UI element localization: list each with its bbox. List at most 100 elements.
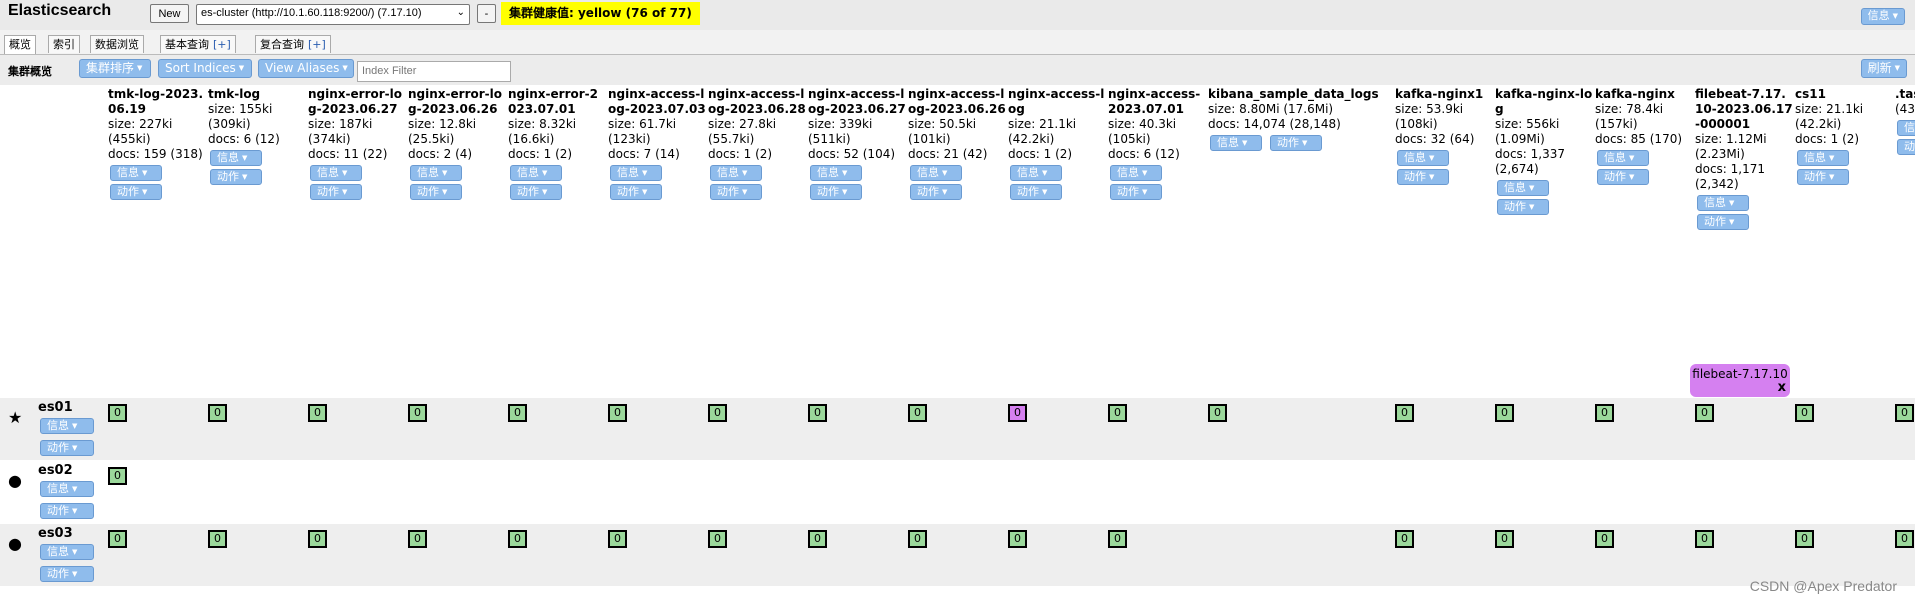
close-icon[interactable]: x <box>1778 381 1786 395</box>
shard-box[interactable]: 0 <box>108 530 127 548</box>
shard-box[interactable]: 0 <box>308 404 327 422</box>
shard-box[interactable]: 0 <box>908 530 927 548</box>
index-action-button[interactable]: 动作▼ <box>810 184 862 200</box>
refresh-button[interactable]: 刷新 ▼ <box>1860 59 1907 78</box>
index-action-button[interactable]: 动作▼ <box>1897 139 1915 155</box>
index-info-button[interactable]: 信息▼ <box>1797 150 1849 166</box>
sort-indices-button[interactable]: Sort Indices ▼ <box>158 59 252 78</box>
node-action-button[interactable]: 动作 ▼ <box>40 503 94 519</box>
caret-down-icon: ▼ <box>142 187 148 196</box>
index-info-button[interactable]: 信息▼ <box>1897 120 1915 136</box>
index-docs: docs: 14,074 (28,148) <box>1208 117 1341 131</box>
tab-complex-query[interactable]: 复合查询 [+] <box>255 35 331 53</box>
shard-box[interactable]: 0 <box>508 404 527 422</box>
index-action-button[interactable]: 动作▼ <box>910 184 962 200</box>
shard-box[interactable]: 0 <box>1495 404 1514 422</box>
index-action-button[interactable]: 动作▼ <box>1270 135 1322 151</box>
shard-box[interactable]: 0 <box>208 404 227 422</box>
index-action-button[interactable]: 动作▼ <box>710 184 762 200</box>
shard-box[interactable]: 0 <box>508 530 527 548</box>
node-info-button[interactable]: 信息 ▼ <box>40 544 94 560</box>
index-filter-input[interactable]: Index Filter <box>357 61 511 82</box>
shard-box[interactable]: 0 <box>808 530 827 548</box>
shard-box[interactable]: 0 <box>708 404 727 422</box>
sort-cluster-button[interactable]: 集群排序 ▼ <box>79 59 151 78</box>
shard-box[interactable]: 0 <box>1695 530 1714 548</box>
view-aliases-button[interactable]: View Aliases ▼ <box>258 59 354 78</box>
index-action-button[interactable]: 动作▼ <box>1010 184 1062 200</box>
index-info-button[interactable]: 信息▼ <box>1497 180 1549 196</box>
tab-indices[interactable]: 索引 <box>48 35 80 53</box>
index-action-button[interactable]: 动作▼ <box>410 184 462 200</box>
shard-box[interactable]: 0 <box>1008 404 1027 422</box>
alias-tag[interactable]: filebeat-7.17.10 x <box>1690 364 1790 397</box>
shard-box[interactable]: 0 <box>1595 530 1614 548</box>
shard-box[interactable]: 0 <box>708 530 727 548</box>
disconnect-button[interactable]: - <box>477 4 496 23</box>
tab-overview[interactable]: 概览 <box>4 35 36 54</box>
index-info-button[interactable]: 信息▼ <box>710 165 762 181</box>
caret-down-icon: ▼ <box>1042 168 1048 177</box>
index-action-button[interactable]: 动作▼ <box>110 184 162 200</box>
new-connection-button[interactable]: New <box>150 4 189 23</box>
shard-box[interactable]: 0 <box>1108 404 1127 422</box>
index-info-button[interactable]: 信息▼ <box>610 165 662 181</box>
shard-box[interactable]: 0 <box>908 404 927 422</box>
index-info-button[interactable]: 信息▼ <box>510 165 562 181</box>
index-info-button[interactable]: 信息▼ <box>1110 165 1162 181</box>
index-action-button[interactable]: 动作▼ <box>1597 169 1649 185</box>
shard-box[interactable]: 0 <box>1495 530 1514 548</box>
shard-box[interactable]: 0 <box>408 530 427 548</box>
shard-box[interactable]: 0 <box>1895 530 1914 548</box>
shard-box[interactable]: 0 <box>1008 530 1027 548</box>
tab-basic-query[interactable]: 基本查询 [+] <box>160 35 236 53</box>
shard-box[interactable]: 0 <box>1595 404 1614 422</box>
node-info-button[interactable]: 信息 ▼ <box>40 481 94 497</box>
index-info-button[interactable]: 信息▼ <box>1697 195 1749 211</box>
index-action-button[interactable]: 动作▼ <box>1697 214 1749 230</box>
cluster-select[interactable]: es-cluster (http://10.1.60.118:9200/) (7… <box>196 4 470 25</box>
shard-box[interactable]: 0 <box>208 530 227 548</box>
info-menu-button[interactable]: 信息 ▼ <box>1860 8 1905 25</box>
node-info-button[interactable]: 信息 ▼ <box>40 418 94 434</box>
index-action-button[interactable]: 动作▼ <box>310 184 362 200</box>
shard-box[interactable]: 0 <box>408 404 427 422</box>
shard-box[interactable]: 0 <box>1108 530 1127 548</box>
shard-box[interactable]: 0 <box>1695 404 1714 422</box>
shard-box[interactable]: 0 <box>1395 530 1414 548</box>
index-name: nginx-error-2023.07.01 <box>508 87 598 116</box>
index-column: nginx-error-log-2023.06.27 size: 187ki (3… <box>308 87 406 200</box>
index-info-button[interactable]: 信息▼ <box>210 150 262 166</box>
index-info-button[interactable]: 信息▼ <box>310 165 362 181</box>
shard-box[interactable]: 0 <box>108 404 127 422</box>
shard-box[interactable]: 0 <box>1208 404 1227 422</box>
shard-box[interactable]: 0 <box>1395 404 1414 422</box>
index-name: nginx-access-log-2023.06.27 <box>808 87 906 116</box>
index-action-button[interactable]: 动作▼ <box>1397 169 1449 185</box>
tab-browser[interactable]: 数据浏览 <box>90 35 144 53</box>
index-info-button[interactable]: 信息▼ <box>410 165 462 181</box>
index-action-button[interactable]: 动作▼ <box>1110 184 1162 200</box>
index-action-button[interactable]: 动作▼ <box>610 184 662 200</box>
shard-box[interactable]: 0 <box>1895 404 1914 422</box>
shard-box[interactable]: 0 <box>108 467 127 485</box>
node-action-button[interactable]: 动作 ▼ <box>40 440 94 456</box>
shard-box[interactable]: 0 <box>308 530 327 548</box>
index-action-button[interactable]: 动作▼ <box>1497 199 1549 215</box>
index-info-button[interactable]: 信息▼ <box>910 165 962 181</box>
index-info-button[interactable]: 信息▼ <box>1210 135 1262 151</box>
index-info-button[interactable]: 信息▼ <box>810 165 862 181</box>
index-info-button[interactable]: 信息▼ <box>1397 150 1449 166</box>
index-action-button[interactable]: 动作▼ <box>510 184 562 200</box>
shard-box[interactable]: 0 <box>608 404 627 422</box>
index-info-button[interactable]: 信息▼ <box>1597 150 1649 166</box>
shard-box[interactable]: 0 <box>808 404 827 422</box>
index-info-button[interactable]: 信息▼ <box>110 165 162 181</box>
node-action-button[interactable]: 动作 ▼ <box>40 566 94 582</box>
index-info-button[interactable]: 信息▼ <box>1010 165 1062 181</box>
shard-box[interactable]: 0 <box>1795 530 1814 548</box>
index-action-button[interactable]: 动作▼ <box>210 169 262 185</box>
index-action-button[interactable]: 动作▼ <box>1797 169 1849 185</box>
shard-box[interactable]: 0 <box>608 530 627 548</box>
shard-box[interactable]: 0 <box>1795 404 1814 422</box>
